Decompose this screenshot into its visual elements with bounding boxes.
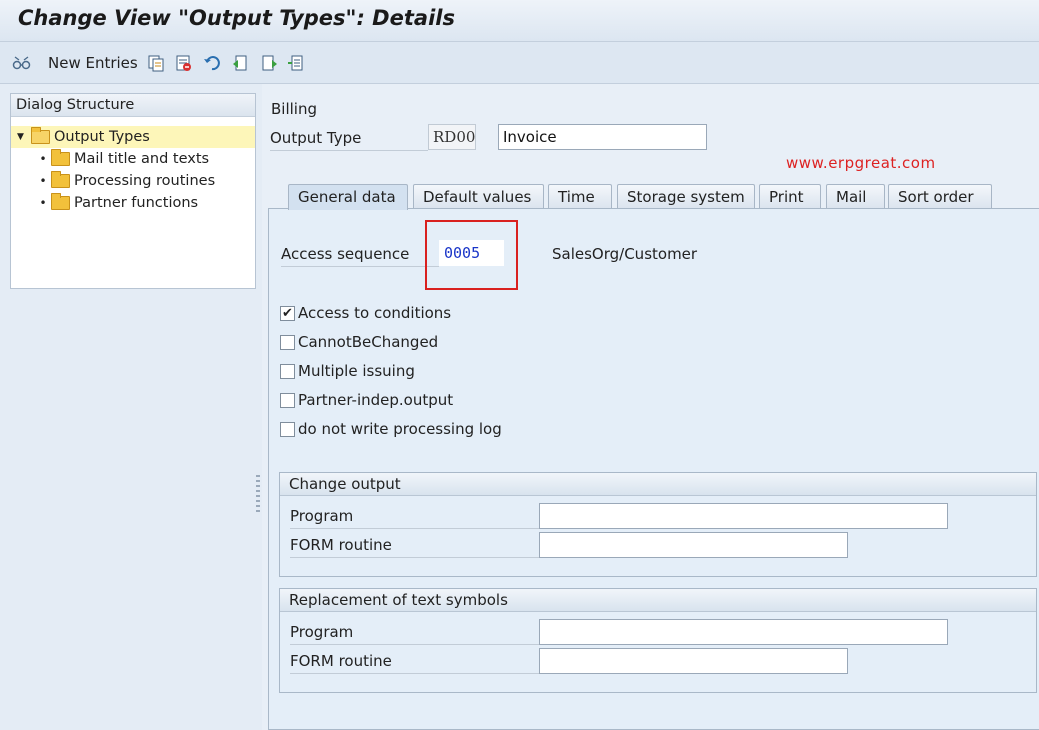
- application-toolbar: New Entries: [0, 42, 1039, 84]
- new-entries-button[interactable]: New Entries: [48, 54, 138, 72]
- folder-icon: [51, 149, 70, 166]
- checkbox-access-to-conditions[interactable]: ✔ Access to conditions: [280, 304, 451, 322]
- output-type-code-field: RD00: [428, 124, 476, 150]
- tab-storage-system[interactable]: Storage system: [617, 184, 755, 209]
- highlight-box: [425, 220, 518, 290]
- replacement-text-symbols-group: Replacement of text symbols Program FORM…: [279, 588, 1037, 693]
- next-entry-icon[interactable]: [260, 53, 280, 73]
- change-output-form-routine-field[interactable]: [539, 532, 848, 558]
- tree-item-output-types[interactable]: ▼ Output Types: [11, 126, 255, 148]
- window-title: Change View "Output Types": Details: [18, 6, 455, 30]
- change-output-group: Change output Program FORM routine: [279, 472, 1037, 577]
- select-all-icon[interactable]: [286, 53, 306, 73]
- dialog-structure-pane: Dialog Structure ▼ Output Types • Mail t…: [0, 84, 262, 730]
- output-type-description-field[interactable]: Invoice: [498, 124, 707, 150]
- tab-time[interactable]: Time: [548, 184, 612, 209]
- label-underline: [290, 644, 539, 645]
- replacement-form-routine-field[interactable]: [539, 648, 848, 674]
- copy-icon[interactable]: [146, 53, 166, 73]
- checkbox-multiple-issuing[interactable]: Multiple issuing: [280, 362, 415, 380]
- bullet-icon: •: [39, 152, 47, 166]
- tree-item-label: Partner functions: [74, 195, 199, 211]
- application-label: Billing: [271, 100, 317, 118]
- dialog-structure-header: Dialog Structure: [11, 94, 255, 117]
- tree-item-partner-functions[interactable]: • Partner functions: [35, 192, 198, 214]
- tree-item-label: Processing routines: [74, 173, 216, 189]
- label-underline: [270, 150, 428, 151]
- title-bar: Change View "Output Types": Details: [0, 0, 1039, 42]
- checkbox-label: CannotBeChanged: [298, 333, 439, 351]
- undo-icon[interactable]: [202, 53, 222, 73]
- folder-icon: [51, 171, 70, 188]
- checkbox-label: Access to conditions: [298, 304, 452, 322]
- bullet-icon: •: [39, 174, 47, 188]
- checkbox-partner-indep-output[interactable]: Partner-indep.output: [280, 391, 453, 409]
- tab-general-data[interactable]: General data: [288, 184, 408, 210]
- checkbox-no-processing-log[interactable]: do not write processing log: [280, 420, 502, 438]
- tab-print[interactable]: Print: [759, 184, 821, 209]
- replacement-program-field[interactable]: [539, 619, 948, 645]
- folder-icon: [51, 193, 70, 210]
- dialog-structure-tree: Dialog Structure ▼ Output Types • Mail t…: [10, 93, 256, 289]
- label-underline: [290, 673, 539, 674]
- delete-icon[interactable]: [174, 53, 194, 73]
- tree-item-mail-title[interactable]: • Mail title and texts: [35, 148, 209, 170]
- watermark-text: www.erpgreat.com: [786, 154, 936, 172]
- checkbox-icon[interactable]: [280, 392, 295, 408]
- tab-default-values[interactable]: Default values: [413, 184, 544, 209]
- label-underline: [290, 528, 539, 529]
- folder-open-icon: [31, 127, 50, 144]
- label-underline: [281, 266, 439, 267]
- tree-item-label: Output Types: [54, 129, 150, 145]
- main-area: Billing Output Type RD00 Invoice www.erp…: [262, 84, 1039, 730]
- change-output-program-field[interactable]: [539, 503, 948, 529]
- label-underline: [290, 557, 539, 558]
- checkbox-label: do not write processing log: [298, 420, 502, 438]
- form-routine-label: FORM routine: [290, 536, 392, 554]
- checkbox-label: Partner-indep.output: [298, 391, 454, 409]
- access-sequence-description: SalesOrg/Customer: [552, 245, 698, 263]
- tree-item-processing-routines[interactable]: • Processing routines: [35, 170, 215, 192]
- pane-splitter-handle[interactable]: [256, 475, 260, 515]
- general-data-panel: Access sequence 0005 SalesOrg/Customer ✔…: [268, 208, 1039, 730]
- tree-item-label: Mail title and texts: [74, 151, 210, 167]
- checkbox-icon[interactable]: [280, 334, 295, 350]
- bullet-icon: •: [39, 196, 47, 210]
- group-title: Replacement of text symbols: [280, 589, 1036, 612]
- checkbox-cannot-be-changed[interactable]: CannotBeChanged: [280, 333, 438, 351]
- program-label: Program: [290, 507, 354, 525]
- output-type-label: Output Type: [270, 129, 362, 147]
- tree-expand-icon[interactable]: ▼: [17, 132, 31, 142]
- glasses-change-icon[interactable]: [12, 53, 32, 73]
- tab-sort-order[interactable]: Sort order: [888, 184, 992, 209]
- access-sequence-label: Access sequence: [281, 245, 410, 263]
- checkbox-icon[interactable]: [280, 421, 295, 437]
- group-title: Change output: [280, 473, 1036, 496]
- checkbox-checked-icon[interactable]: ✔: [280, 305, 295, 321]
- program-label: Program: [290, 623, 354, 641]
- checkbox-label: Multiple issuing: [298, 362, 415, 380]
- previous-entry-icon[interactable]: [230, 53, 250, 73]
- tab-mail[interactable]: Mail: [826, 184, 885, 209]
- checkbox-icon[interactable]: [280, 363, 295, 379]
- form-routine-label: FORM routine: [290, 652, 392, 670]
